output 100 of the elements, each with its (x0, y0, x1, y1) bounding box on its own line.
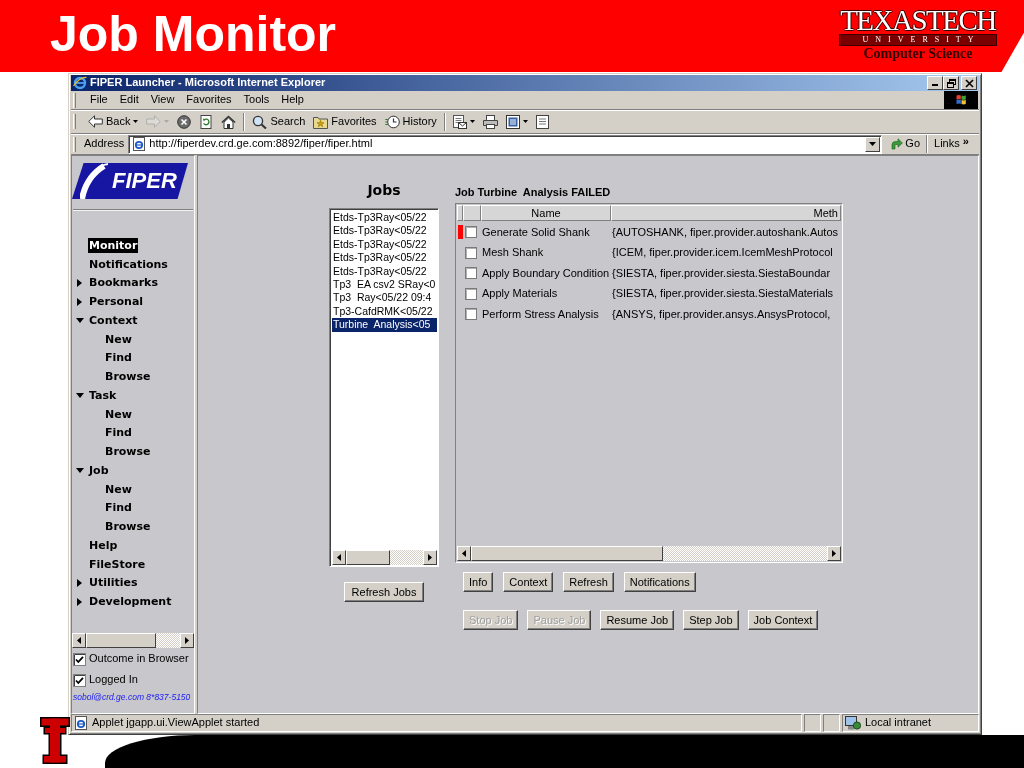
action-button[interactable]: Step Job (683, 610, 739, 630)
nav-item[interactable]: New (104, 406, 133, 422)
links-button[interactable]: Links (934, 137, 960, 151)
scroll-thumb[interactable] (471, 546, 663, 561)
nav-item[interactable]: Find (104, 350, 133, 366)
checkbox[interactable] (73, 673, 86, 687)
caret-down-icon[interactable] (76, 317, 84, 323)
action-button[interactable]: Job Context (747, 610, 819, 630)
scroll-thumb[interactable] (346, 550, 390, 565)
refresh-jobs-button[interactable]: Refresh Jobs (343, 582, 425, 602)
caret-right-icon[interactable] (77, 297, 82, 306)
nav-item[interactable]: Find (104, 500, 133, 516)
menu-item[interactable]: Edit (113, 93, 145, 107)
list-item[interactable]: Tp3 Ray<05/22 09:4 (332, 291, 437, 305)
nav-item[interactable]: Utilities (88, 575, 139, 591)
swoosh-icon (80, 163, 108, 199)
scroll-right-button[interactable] (827, 546, 841, 561)
action-button[interactable]: Context (503, 572, 554, 592)
caret-down-icon[interactable] (76, 392, 84, 398)
checkbox[interactable] (465, 246, 477, 259)
scroll-left-button[interactable] (72, 633, 86, 648)
list-item[interactable]: Etds-Tp3Ray<05/22 (332, 264, 437, 278)
job-list[interactable]: Etds-Tp3Ray<05/22 Etds-Tp3Ray<05/22 Etds-Tp3Ray<05/22 Etds-Tp3Ray<05/22 Etds-Tp3Ray<05/22 Tp3 EA csv2 SRay<0 Tp3 Ray<05/22 09:4 Tp3-CafdRMK<05/22 Turbine Analysis<05 (329, 208, 439, 567)
caret-right-icon[interactable] (77, 578, 82, 587)
clock-icon (384, 114, 400, 129)
dropdown-button[interactable] (865, 136, 881, 152)
menu-item[interactable]: File (84, 93, 114, 107)
horizontal-scrollbar[interactable] (457, 546, 841, 561)
notepad-icon (535, 114, 549, 129)
menu-item[interactable]: Help (275, 93, 310, 107)
table-cell-text: {AUTOSHANK, fiper.provider.autoshank.Autos (611, 225, 840, 239)
list-item[interactable]: Tp3-CafdRMK<05/22 (332, 304, 437, 319)
horizontal-scrollbar[interactable] (332, 550, 437, 565)
minimize-button[interactable] (927, 76, 943, 90)
table-cell-text: {ANSYS, fiper.provider.ansys.AnsysProtocol, (611, 307, 832, 321)
nav-item[interactable]: Personal (88, 294, 145, 310)
nav-item[interactable]: Bookmarks (88, 275, 159, 291)
nav-item[interactable]: Monitor (88, 237, 139, 253)
nav-item[interactable]: Help (88, 537, 119, 553)
checkbox[interactable] (465, 267, 477, 280)
menu-item[interactable]: Favorites (180, 93, 238, 107)
scroll-thumb[interactable] (86, 633, 156, 648)
nav-item[interactable]: Context (88, 312, 139, 328)
menu-item[interactable]: Tools (237, 93, 276, 107)
checkbox[interactable] (465, 308, 477, 321)
table-cell-text: Perform Stress Analysis (481, 307, 600, 321)
go-button[interactable]: Go (888, 137, 924, 151)
column-header[interactable]: Name (481, 205, 611, 221)
nav-item[interactable]: Task (88, 387, 118, 403)
list-item[interactable]: Etds-Tp3Ray<05/22 (332, 211, 437, 225)
search-button[interactable]: Search (248, 110, 310, 133)
flag-logo-icon (944, 91, 978, 109)
home-icon (221, 114, 237, 129)
nav-item[interactable]: New (104, 331, 133, 347)
action-button[interactable]: Resume Job (600, 610, 675, 630)
checkbox[interactable] (73, 652, 86, 666)
nav-item[interactable]: Development (88, 594, 173, 610)
back-arrow-icon (88, 115, 103, 128)
scroll-right-button[interactable] (423, 550, 437, 565)
list-item[interactable]: Etds-Tp3Ray<05/22 (332, 224, 437, 238)
action-button[interactable]: Info (463, 572, 494, 592)
nav-item[interactable]: FileStore (88, 556, 147, 572)
history-button[interactable]: History (380, 110, 441, 133)
column-header[interactable]: Meth (611, 205, 841, 221)
caret-right-icon[interactable] (77, 597, 82, 606)
nav-item[interactable]: New (104, 481, 133, 497)
nav-item[interactable]: Find (104, 425, 133, 441)
document-icon (505, 114, 520, 129)
refresh-icon (199, 114, 214, 129)
checkbox[interactable] (465, 287, 477, 300)
scroll-left-button[interactable] (332, 550, 346, 565)
contact-text: sobol@crd.ge.com 8*837-5150 (73, 692, 192, 703)
favorites-button[interactable]: Favorites (309, 110, 381, 133)
star-folder-icon (313, 114, 329, 129)
nav-item[interactable]: Job (88, 462, 110, 478)
nav-item[interactable]: Browse (104, 369, 152, 385)
caret-right-icon[interactable] (77, 278, 82, 287)
list-item[interactable]: Etds-Tp3Ray<05/22 (332, 251, 437, 265)
list-item[interactable]: Turbine Analysis<05 (332, 318, 437, 332)
chevron-button[interactable]: » (962, 136, 969, 147)
double-t-logo-icon (40, 717, 70, 764)
checkbox[interactable] (465, 226, 477, 239)
horizontal-scrollbar[interactable] (72, 633, 194, 648)
action-button[interactable]: Notifications (623, 572, 696, 592)
list-item[interactable]: Tp3 EA csv2 SRay<0 (332, 277, 437, 292)
nav-item[interactable]: Browse (104, 444, 152, 460)
caret-down-icon[interactable] (76, 467, 84, 473)
nav-item[interactable]: Browse (104, 519, 152, 535)
logo-wordmark: TEXASTECH (840, 7, 996, 34)
scroll-left-button[interactable] (457, 546, 471, 561)
list-item[interactable]: Etds-Tp3Ray<05/22 (332, 237, 437, 252)
nav-item[interactable]: Notifications (88, 256, 169, 272)
close-button[interactable] (961, 76, 977, 90)
section-title: Jobs (367, 182, 401, 199)
menu-item[interactable]: View (144, 93, 181, 107)
scroll-right-button[interactable] (180, 633, 194, 648)
table-cell-text: {SIESTA, fiper.provider.siesta.SiestaBoundar (611, 266, 832, 280)
back-button[interactable]: Back (84, 110, 143, 133)
action-button[interactable]: Refresh (563, 572, 614, 592)
restore-button[interactable] (943, 76, 959, 90)
